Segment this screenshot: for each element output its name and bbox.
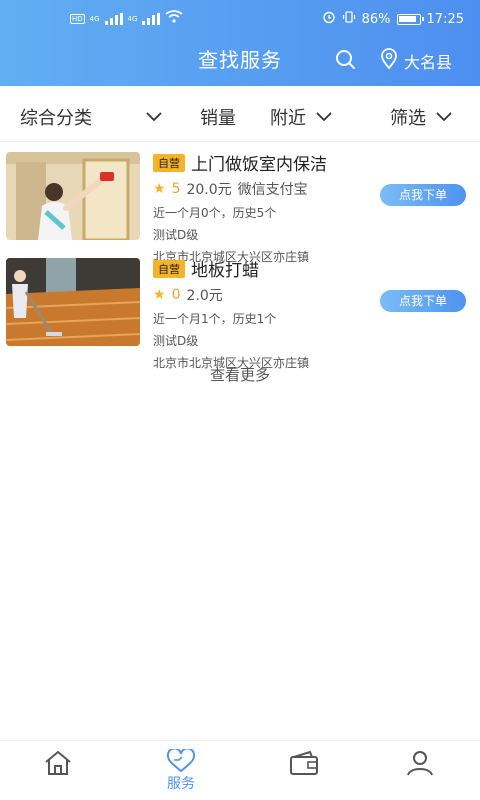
price: 20.0元: [186, 182, 232, 198]
nearby-filter[interactable]: 附近: [270, 104, 332, 130]
vibrate-icon: [342, 10, 356, 28]
order-history: 近一个月1个，历史1个: [153, 312, 277, 326]
bottom-tab-bar: 服务: [0, 740, 480, 800]
heart-icon: [166, 749, 196, 773]
tab-service-label: 服务: [167, 776, 195, 792]
name-row: 自营 上门做饭室内保洁: [153, 150, 383, 175]
tab-profile[interactable]: [380, 749, 460, 777]
rating: 5: [171, 181, 181, 197]
tab-service[interactable]: 服务: [141, 749, 221, 793]
alarm-icon: [322, 10, 336, 28]
nearby-filter-label: 附近: [270, 108, 306, 129]
status-right: 86% 17:25: [322, 10, 464, 28]
filter-bar: 综合分类 销量 附近 筛选: [0, 86, 480, 142]
tab-home[interactable]: [18, 749, 98, 777]
price: 2.0元: [186, 288, 223, 304]
self-operated-tag: 自营: [153, 153, 185, 172]
battery-percent: 86%: [361, 11, 391, 27]
location-selector[interactable]: 大名县: [380, 48, 452, 74]
category-filter-label: 综合分类: [20, 108, 92, 129]
location-pin-icon: [380, 48, 398, 74]
wallet-icon: [290, 750, 318, 775]
service-thumbnail: [6, 258, 140, 346]
hd-icon: HD: [70, 13, 85, 24]
payment-methods: 微信支付宝: [237, 182, 308, 198]
service-thumbnail: [6, 152, 140, 240]
service-level: 测试D级: [153, 228, 199, 242]
status-left: HD 4G 4G: [70, 10, 183, 27]
self-operated-tag: 自营: [153, 259, 185, 278]
tab-wallet[interactable]: [264, 749, 344, 777]
rating: 0: [171, 287, 181, 303]
price-row: ★ 0 2.0元: [153, 285, 383, 305]
sales-filter[interactable]: 销量: [200, 104, 236, 130]
service-card[interactable]: 自营 上门做饭室内保洁 ★ 5 20.0元 微信支付宝 近一个月0个，历史5个 …: [0, 142, 480, 264]
home-icon: [45, 750, 71, 775]
chevron-down-icon: [146, 112, 162, 122]
header: HD 4G 4G 86% 17:25 查找服务 大名县: [0, 0, 480, 86]
chevron-down-icon: [436, 112, 452, 122]
order-button[interactable]: 点我下单: [380, 184, 466, 206]
screen-filter[interactable]: 筛选: [390, 104, 452, 130]
search-icon[interactable]: [334, 48, 356, 70]
screen-filter-label: 筛选: [390, 108, 426, 129]
signal-icon-2: [142, 12, 161, 25]
status-bar: HD 4G 4G 86% 17:25: [0, 0, 480, 40]
category-filter[interactable]: 综合分类: [20, 104, 162, 130]
clock: 17:25: [426, 11, 464, 27]
sales-filter-label: 销量: [200, 108, 236, 129]
star-icon: ★: [153, 181, 166, 197]
signal-icon: [104, 12, 123, 25]
user-icon: [407, 751, 433, 776]
star-icon: ★: [153, 287, 166, 303]
service-info: 自营 地板打蜡 ★ 0 2.0元 近一个月1个，历史1个 测试D级 北京市北京城…: [153, 256, 383, 371]
view-more-link[interactable]: 查看更多: [0, 364, 480, 385]
wifi-icon: [165, 10, 183, 27]
service-card[interactable]: 自营 地板打蜡 ★ 0 2.0元 近一个月1个，历史1个 测试D级 北京市北京城…: [0, 248, 480, 370]
order-history: 近一个月0个，历史5个: [153, 206, 277, 220]
service-level: 测试D级: [153, 334, 199, 348]
network-label-2: 4G: [127, 14, 138, 23]
name-row: 自营 地板打蜡: [153, 256, 383, 281]
network-label: 4G: [89, 14, 100, 23]
order-button[interactable]: 点我下单: [380, 290, 466, 312]
service-name: 上门做饭室内保洁: [191, 155, 327, 175]
service-name: 地板打蜡: [191, 261, 259, 281]
price-row: ★ 5 20.0元 微信支付宝: [153, 179, 383, 199]
location-label: 大名县: [404, 53, 453, 72]
battery-icon: [396, 13, 424, 25]
chevron-down-icon: [316, 112, 332, 122]
